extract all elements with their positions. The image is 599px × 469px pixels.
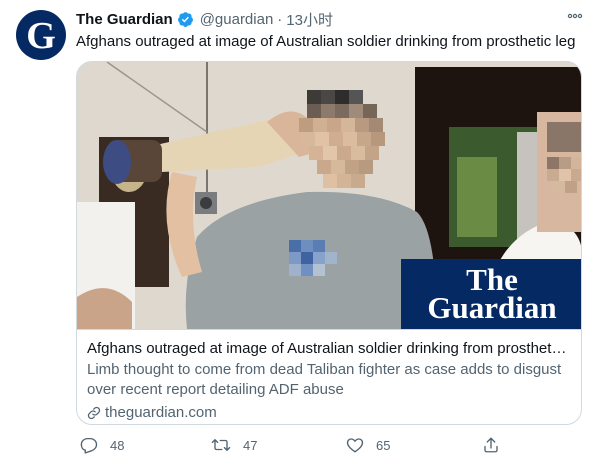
card-body[interactable]: Afghans outraged at image of Australian … <box>77 329 581 424</box>
avatar[interactable]: G <box>16 10 66 60</box>
card-image[interactable]: The Guardian <box>77 62 581 329</box>
share-icon <box>484 437 498 453</box>
share-button[interactable] <box>482 436 512 454</box>
like-button[interactable]: 65 <box>346 436 390 454</box>
tweet-header: The Guardian @guardian · 13小时 <box>76 8 583 30</box>
guardian-logo-glyph: G <box>26 15 56 57</box>
verified-badge-icon <box>177 11 194 28</box>
reply-icon <box>80 437 98 454</box>
retweet-button[interactable]: 47 <box>211 436 257 454</box>
more-options-icon[interactable] <box>567 8 583 29</box>
retweet-icon <box>211 439 231 451</box>
card-domain[interactable]: theguardian.com <box>87 403 569 423</box>
card-title[interactable]: Afghans outraged at image of Australian … <box>87 339 569 359</box>
like-count: 65 <box>376 437 391 453</box>
heart-icon <box>346 438 364 453</box>
reply-count: 48 <box>110 437 125 453</box>
display-name[interactable]: The Guardian <box>76 11 173 28</box>
timestamp[interactable]: 13小时 <box>286 9 333 30</box>
action-bar: 48 47 65 <box>76 436 498 460</box>
guardian-logo: The Guardian <box>401 259 581 329</box>
reply-button[interactable]: 48 <box>80 436 124 454</box>
link-card[interactable]: The Guardian Afghans outraged at image o… <box>76 61 582 425</box>
tweet-text: Afghans outraged at image of Australian … <box>76 33 576 50</box>
logo-line-2: Guardian <box>427 290 557 325</box>
link-icon <box>87 406 101 420</box>
card-domain-text: theguardian.com <box>105 404 217 421</box>
handle[interactable]: @guardian <box>200 11 274 28</box>
separator-dot: · <box>277 10 283 28</box>
card-description: Limb thought to come from dead Taliban f… <box>87 361 562 398</box>
retweet-count: 47 <box>243 437 258 453</box>
